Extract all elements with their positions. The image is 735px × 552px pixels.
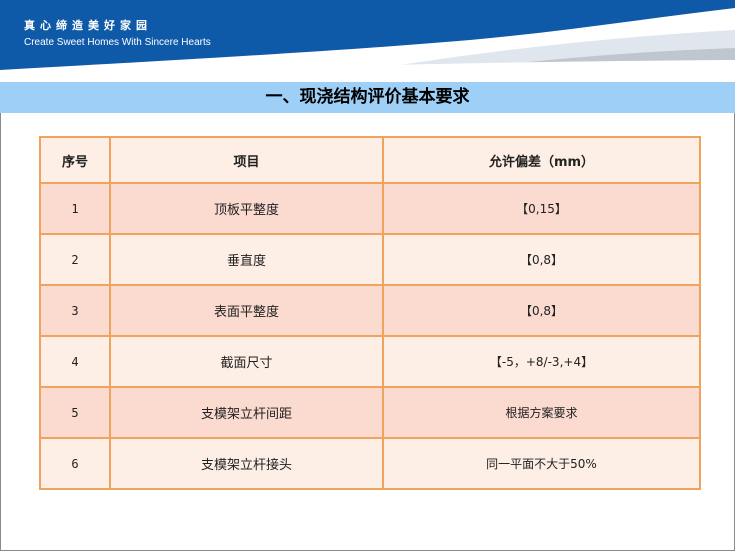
table-row: 2 垂直度 【0,8】 <box>39 233 701 286</box>
cell-item: 截面尺寸 <box>109 335 384 388</box>
cell-tolerance: 【0,8】 <box>382 233 701 286</box>
cell-tolerance: 同一平面不大于50% <box>382 437 701 490</box>
cell-no: 4 <box>39 335 111 388</box>
slogan-english: Create Sweet Homes With Sincere Hearts <box>24 37 211 48</box>
cell-item: 顶板平整度 <box>109 182 384 235</box>
table-row: 1 顶板平整度 【0,15】 <box>39 182 701 235</box>
cell-item: 表面平整度 <box>109 284 384 337</box>
column-header-item: 项目 <box>109 136 384 184</box>
cell-no: 3 <box>39 284 111 337</box>
cell-tolerance: 【0,15】 <box>382 182 701 235</box>
column-header-no: 序号 <box>39 136 111 184</box>
table-row: 6 支模架立杆接头 同一平面不大于50% <box>39 437 701 490</box>
cell-no: 1 <box>39 182 111 235</box>
table-header-row: 序号 项目 允许偏差（mm） <box>39 136 701 184</box>
header-banner: 真心缔造美好家园 Create Sweet Homes With Sincere… <box>0 0 735 82</box>
cell-no: 5 <box>39 386 111 439</box>
requirements-table: 序号 项目 允许偏差（mm） 1 顶板平整度 【0,15】 2 垂直度 【0,8… <box>39 136 701 490</box>
table-row: 3 表面平整度 【0,8】 <box>39 284 701 337</box>
cell-no: 2 <box>39 233 111 286</box>
page-title: 一、现浇结构评价基本要求 <box>265 87 470 107</box>
column-header-tolerance: 允许偏差（mm） <box>382 136 701 184</box>
cell-item: 垂直度 <box>109 233 384 286</box>
cell-tolerance: 【0,8】 <box>382 284 701 337</box>
cell-tolerance: 【-5，+8/-3,+4】 <box>382 335 701 388</box>
cell-no: 6 <box>39 437 111 490</box>
cell-item: 支模架立杆接头 <box>109 437 384 490</box>
slogan-chinese: 真心缔造美好家园 <box>24 19 152 32</box>
table-row: 5 支模架立杆间距 根据方案要求 <box>39 386 701 439</box>
cell-item: 支模架立杆间距 <box>109 386 384 439</box>
cell-tolerance: 根据方案要求 <box>382 386 701 439</box>
table-row: 4 截面尺寸 【-5，+8/-3,+4】 <box>39 335 701 388</box>
